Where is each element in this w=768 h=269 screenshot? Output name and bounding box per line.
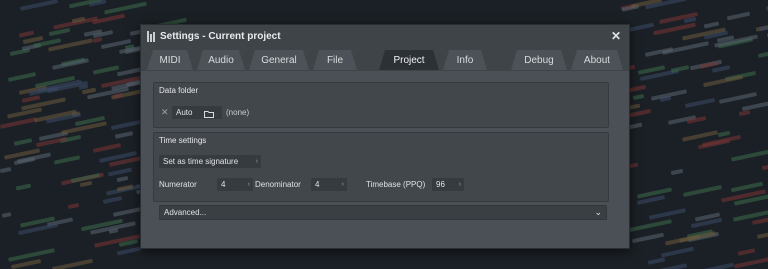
numerator-value: 4 xyxy=(221,180,226,189)
background-code-streak xyxy=(108,168,133,177)
advanced-expander[interactable]: Advanced... ⌄ xyxy=(159,205,607,220)
background-code-streak xyxy=(625,219,672,233)
background-code-streak xyxy=(7,72,36,83)
tab-audio[interactable]: Audio xyxy=(197,50,245,70)
background-code-streak xyxy=(703,21,719,29)
time-mode-value: Set as time signature xyxy=(163,157,239,166)
background-code-streak xyxy=(703,75,744,88)
title-bar[interactable]: Settings - Current project ✕ xyxy=(141,25,629,49)
background-code-streak xyxy=(7,247,55,262)
background-code-streak xyxy=(92,143,121,154)
app-logo-icon xyxy=(147,31,156,42)
background-code-streak xyxy=(757,227,768,240)
background-code-streak xyxy=(93,65,120,76)
time-mode-select[interactable]: Set as time signature › xyxy=(159,155,261,168)
background-code-streak xyxy=(20,0,58,12)
background-code-streak xyxy=(734,255,768,269)
background-code-streak xyxy=(647,257,666,265)
chevron-down-icon: ⌄ xyxy=(594,207,602,217)
tab-debug[interactable]: Debug xyxy=(511,50,567,70)
background-code-streak xyxy=(92,37,103,44)
background-code-streak xyxy=(741,98,768,111)
background-code-streak xyxy=(13,137,32,146)
chevron-right-icon: › xyxy=(247,181,250,188)
background-code-streak xyxy=(116,246,142,256)
background-code-streak xyxy=(648,208,686,220)
background-code-streak xyxy=(660,263,688,269)
tab-bar: MIDI Audio General File Project Info Deb… xyxy=(141,49,629,71)
background-code-streak xyxy=(711,64,730,73)
background-code-streak xyxy=(684,98,715,109)
background-code-streak xyxy=(18,30,34,38)
folder-icon[interactable] xyxy=(204,109,214,118)
background-code-streak xyxy=(0,166,12,173)
tab-project[interactable]: Project xyxy=(379,50,439,70)
timebase-stepper[interactable]: 96 › xyxy=(432,178,464,191)
numerator-label: Numerator xyxy=(159,180,197,189)
background-code-streak xyxy=(660,246,695,258)
background-code-streak xyxy=(758,20,768,32)
tab-midi[interactable]: MIDI xyxy=(147,50,193,70)
background-code-streak xyxy=(80,180,93,188)
background-code-streak xyxy=(700,262,735,269)
background-code-streak xyxy=(22,95,41,103)
timebase-value: 96 xyxy=(436,180,445,189)
background-code-streak xyxy=(719,92,758,104)
window-title: Settings - Current project xyxy=(160,31,281,42)
background-code-streak xyxy=(102,196,122,205)
background-code-streak xyxy=(104,1,148,15)
background-code-streak xyxy=(49,28,71,37)
background-code-streak xyxy=(114,130,133,139)
data-folder-label: Data folder xyxy=(159,86,199,95)
data-folder-mode-value: Auto xyxy=(176,108,193,117)
tab-file[interactable]: File xyxy=(313,50,357,70)
tab-general[interactable]: General xyxy=(249,50,309,70)
background-code-streak xyxy=(683,184,723,197)
clear-icon[interactable]: ✕ xyxy=(161,107,169,118)
background-code-streak xyxy=(762,161,768,171)
tab-about[interactable]: About xyxy=(571,50,623,70)
background-code-streak xyxy=(116,175,129,182)
background-code-streak xyxy=(92,13,126,25)
data-folder-mode-select[interactable]: Auto xyxy=(172,106,222,119)
background-code-streak xyxy=(653,22,696,36)
background-code-streak xyxy=(737,248,756,257)
background-code-streak xyxy=(726,11,750,21)
numerator-stepper[interactable]: 4 › xyxy=(217,178,253,191)
data-folder-path: (none) xyxy=(226,108,250,117)
background-code-streak xyxy=(53,154,80,165)
background-code-streak xyxy=(631,233,664,244)
chevron-right-icon: › xyxy=(341,181,344,188)
denominator-label: Denominator xyxy=(255,180,301,189)
time-settings-label: Time settings xyxy=(159,136,207,145)
background-code-streak xyxy=(15,183,32,191)
denominator-value: 4 xyxy=(315,180,320,189)
background-code-streak xyxy=(632,93,645,100)
tab-info[interactable]: Info xyxy=(443,50,487,70)
close-icon[interactable]: ✕ xyxy=(609,29,623,43)
background-code-streak xyxy=(67,202,79,209)
chevron-right-icon: › xyxy=(458,181,461,188)
background-code-streak xyxy=(670,168,684,175)
chevron-right-icon: › xyxy=(255,158,258,165)
background-code-streak xyxy=(112,207,141,218)
background-code-streak xyxy=(731,148,768,162)
time-settings-group: Time settings Set as time signature › Nu… xyxy=(153,132,609,202)
background-code-streak xyxy=(111,119,142,130)
background-code-streak xyxy=(670,64,689,73)
background-code-streak xyxy=(0,117,37,129)
timebase-label: Timebase (PPQ) xyxy=(366,180,426,189)
background-code-streak xyxy=(1,212,12,218)
background-code-streak xyxy=(757,45,768,58)
advanced-label: Advanced... xyxy=(164,208,207,217)
settings-dialog: Settings - Current project ✕ MIDI Audio … xyxy=(140,24,630,249)
denominator-stepper[interactable]: 4 › xyxy=(311,178,347,191)
data-folder-group: Data folder ✕ Auto (none) xyxy=(153,82,609,128)
background-code-streak xyxy=(52,258,93,269)
